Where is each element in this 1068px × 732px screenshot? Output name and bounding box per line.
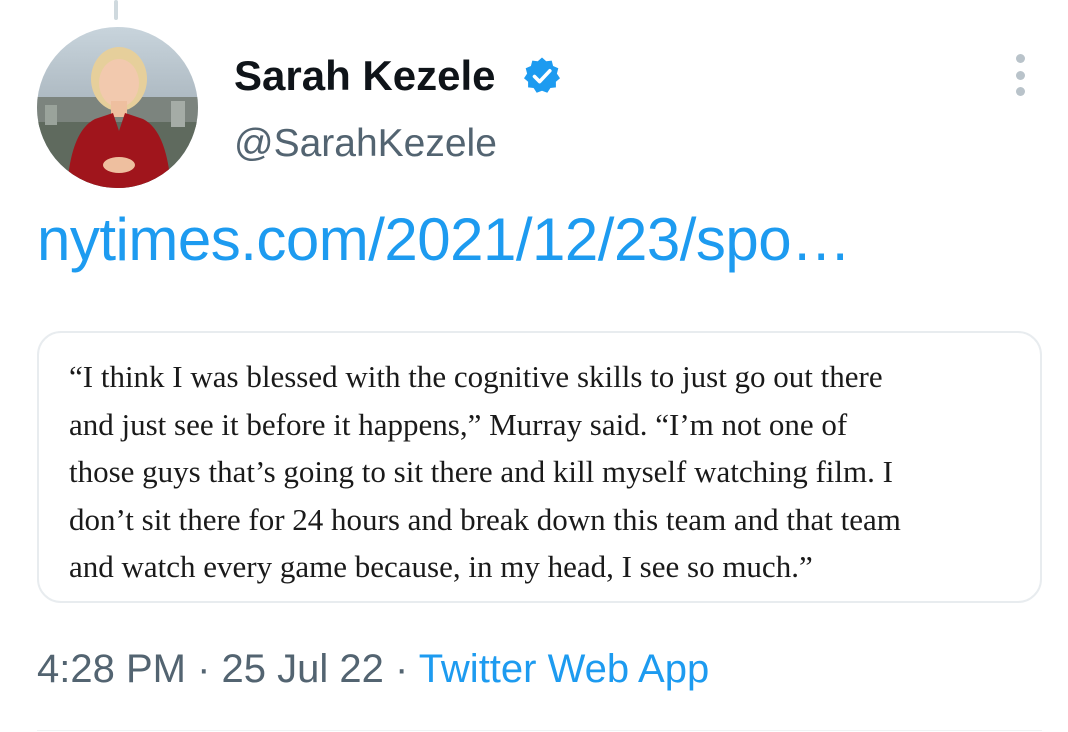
quote-line: and watch every game because, in my head… [69, 549, 813, 584]
tweet-time[interactable]: 4:28 PM [37, 647, 186, 691]
verified-badge-icon [524, 57, 560, 93]
more-dot [1015, 54, 1025, 63]
author-handle[interactable]: @SarahKezele [234, 120, 497, 168]
avatar[interactable] [37, 27, 198, 188]
tweet-date[interactable]: 25 Jul 22 [222, 647, 384, 691]
quote-line: “I think I was blessed with the cognitiv… [69, 359, 883, 394]
quote-line: don’t sit there for 24 hours and break d… [69, 501, 901, 537]
quote-image-card[interactable]: “I think I was blessed with the cognitiv… [37, 331, 1042, 603]
meta-separator: · [383, 647, 419, 691]
quote-text: “I think I was blessed with the cognitiv… [69, 353, 1029, 591]
more-dot [1015, 70, 1025, 80]
avatar-photo [37, 27, 198, 188]
more-vertical-icon[interactable] [1006, 54, 1034, 96]
thread-connector-line [114, 0, 118, 20]
more-dot [1015, 87, 1025, 96]
meta-separator: · [185, 647, 222, 691]
tweet-link[interactable]: nytimes.com/2021/12/23/spo… [37, 204, 851, 276]
divider [37, 730, 1042, 731]
author-display-name[interactable]: Sarah Kezele [234, 50, 495, 102]
quote-line: those guys that’s going to sit there and… [69, 454, 893, 489]
tweet-meta: 4:28 PM · 25 Jul 22 · Twitter Web App [37, 645, 709, 693]
quote-line: and just see it before it happens,” Murr… [69, 406, 848, 442]
tweet-source-link[interactable]: Twitter Web App [419, 647, 710, 691]
